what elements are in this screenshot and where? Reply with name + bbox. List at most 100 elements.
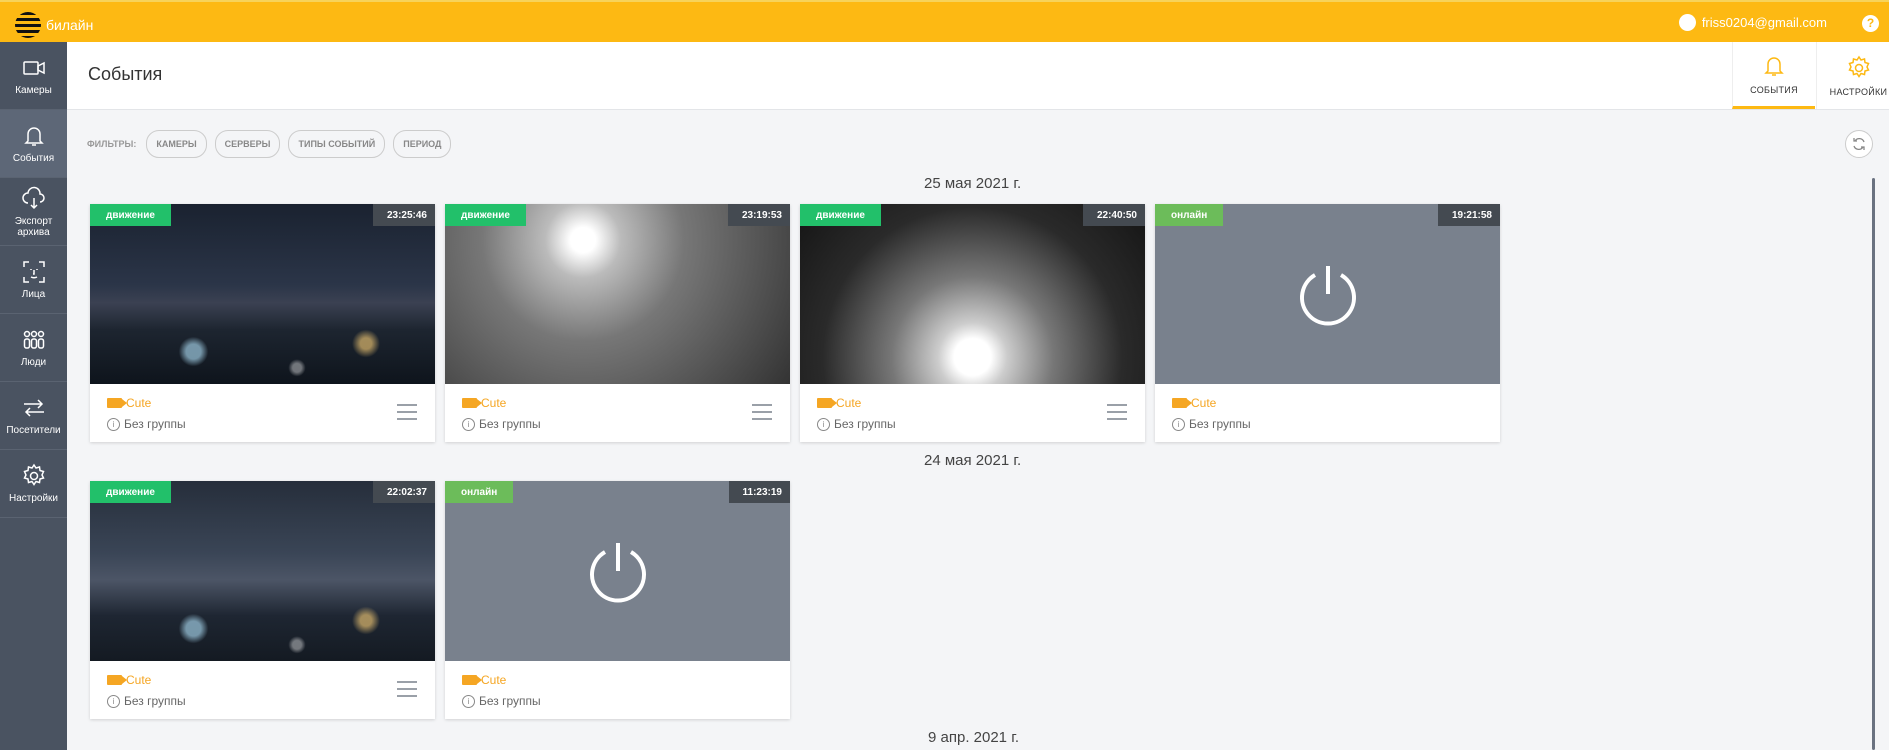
- filter-chip-servers[interactable]: СЕРВЕРЫ: [214, 130, 281, 158]
- refresh-button[interactable]: [1845, 130, 1873, 158]
- menu-icon[interactable]: [397, 681, 417, 697]
- power-icon: [1299, 266, 1356, 326]
- video-camera-icon: [107, 675, 127, 685]
- event-thumbnail[interactable]: [90, 204, 435, 384]
- event-time: 22:40:50: [1082, 204, 1145, 226]
- group-name: Без группы: [479, 417, 541, 431]
- menu-icon[interactable]: [1107, 404, 1127, 420]
- date-heading: 9 апр. 2021 г.: [928, 729, 1019, 746]
- camera-link[interactable]: Cute: [1172, 396, 1216, 410]
- gear-icon: [1847, 55, 1870, 78]
- camera-name: Cute: [836, 396, 862, 410]
- sidebar-item-people[interactable]: Люди: [0, 314, 67, 382]
- event-thumbnail[interactable]: [445, 481, 790, 661]
- sidebar-item-faces[interactable]: Лица: [0, 246, 67, 314]
- top-bar: билайн friss0204@gmail.com ?: [0, 0, 1889, 42]
- power-icon: [589, 543, 646, 603]
- tab-settings[interactable]: НАСТРОЙКИ: [1816, 42, 1889, 109]
- video-camera-icon: [1172, 398, 1192, 408]
- filter-chip-cameras[interactable]: КАМЕРЫ: [146, 130, 207, 158]
- event-thumbnail[interactable]: [90, 481, 435, 661]
- sidebar-item-label: Посетители: [6, 425, 61, 436]
- event-card[interactable]: движение 23:19:53 Cute i Без группы: [445, 204, 790, 442]
- camera-link[interactable]: Cute: [107, 396, 151, 410]
- sidebar-item-label: Люди: [20, 357, 47, 368]
- event-thumbnail[interactable]: [1155, 204, 1500, 384]
- sidebar-item-label: Настройки: [8, 493, 59, 504]
- group-name: Без группы: [834, 417, 896, 431]
- info-icon: i: [1172, 417, 1185, 431]
- bell-icon: [23, 127, 44, 146]
- event-card[interactable]: онлайн 19:21:58 Cute i Без группы: [1155, 204, 1500, 442]
- face-icon: [22, 261, 45, 283]
- group-info: i Без группы: [107, 694, 186, 708]
- gear-icon: [22, 463, 45, 486]
- sidebar-item-events[interactable]: События: [0, 110, 67, 178]
- sidebar-item-label: Лица: [21, 289, 46, 300]
- video-camera-icon: [462, 398, 482, 408]
- date-heading: 25 мая 2021 г.: [924, 175, 1022, 192]
- event-thumbnail[interactable]: [800, 204, 1145, 384]
- group-info: i Без группы: [817, 417, 896, 431]
- event-type-badge: движение: [445, 204, 526, 226]
- help-icon[interactable]: ?: [1862, 15, 1879, 32]
- event-card[interactable]: онлайн 11:23:19 Cute i Без группы: [445, 481, 790, 719]
- sidebar-item-visitors[interactable]: Посетители: [0, 382, 67, 450]
- event-thumbnail[interactable]: [445, 204, 790, 384]
- date-heading: 24 мая 2021 г.: [924, 452, 1022, 469]
- info-icon: i: [817, 417, 830, 431]
- sidebar-item-cameras[interactable]: Камеры: [0, 42, 67, 110]
- event-time: 23:25:46: [372, 204, 435, 226]
- visitors-icon: [23, 399, 44, 417]
- filter-chip-event-types[interactable]: ТИПЫ СОБЫТИЙ: [288, 130, 386, 158]
- page-header: События СОБЫТИЯ НАСТРОЙКИ: [67, 42, 1889, 110]
- camera-icon: [22, 61, 45, 75]
- group-info: i Без группы: [462, 417, 541, 431]
- video-camera-icon: [462, 675, 482, 685]
- video-camera-icon: [817, 398, 837, 408]
- bell-icon: [1764, 57, 1784, 76]
- scrollbar[interactable]: [1872, 178, 1875, 750]
- event-type-badge: онлайн: [1155, 204, 1224, 226]
- group-name: Без группы: [124, 694, 186, 708]
- camera-link[interactable]: Cute: [462, 396, 506, 410]
- beeline-logo[interactable]: билайн: [15, 12, 93, 38]
- event-card[interactable]: движение 23:25:46 Cute i Без группы: [90, 204, 435, 442]
- menu-icon[interactable]: [397, 404, 417, 420]
- event-type-badge: онлайн: [445, 481, 514, 503]
- info-icon: i: [107, 694, 120, 708]
- filter-chip-period[interactable]: ПЕРИОД: [393, 130, 452, 158]
- event-time: 23:19:53: [727, 204, 790, 226]
- camera-link[interactable]: Cute: [107, 673, 151, 687]
- tab-events[interactable]: СОБЫТИЯ: [1732, 42, 1815, 109]
- group-info: i Без группы: [107, 417, 186, 431]
- cloud-download-icon: [21, 186, 45, 209]
- filters-bar: ФИЛЬТРЫ: КАМЕРЫ СЕРВЕРЫ ТИПЫ СОБЫТИЙ ПЕР…: [87, 130, 452, 158]
- event-card[interactable]: движение 22:02:37 Cute i Без группы: [90, 481, 435, 719]
- info-icon: i: [462, 417, 475, 431]
- user-account[interactable]: friss0204@gmail.com: [1678, 14, 1827, 31]
- tab-label: НАСТРОЙКИ: [1829, 86, 1888, 97]
- group-info: i Без группы: [462, 694, 541, 708]
- filters-label: ФИЛЬТРЫ:: [87, 139, 137, 149]
- camera-link[interactable]: Cute: [462, 673, 506, 687]
- user-icon: [1678, 14, 1696, 31]
- group-name: Без группы: [479, 694, 541, 708]
- sidebar-item-export[interactable]: Экспорт архива: [0, 178, 67, 246]
- camera-name: Cute: [126, 396, 152, 410]
- event-type-badge: движение: [90, 481, 171, 503]
- camera-link[interactable]: Cute: [817, 396, 861, 410]
- event-type-badge: движение: [800, 204, 881, 226]
- camera-name: Cute: [481, 673, 507, 687]
- camera-name: Cute: [481, 396, 507, 410]
- event-time: 19:21:58: [1437, 204, 1500, 226]
- sidebar-item-label: Экспорт архива: [14, 215, 53, 238]
- sidebar-item-settings[interactable]: Настройки: [0, 450, 67, 518]
- people-icon: [23, 330, 44, 349]
- menu-icon[interactable]: [752, 404, 772, 420]
- event-time: 22:02:37: [372, 481, 435, 503]
- event-card[interactable]: движение 22:40:50 Cute i Без группы: [800, 204, 1145, 442]
- beeline-logo-icon: [15, 12, 41, 38]
- refresh-icon: [1853, 137, 1865, 151]
- sidebar: Камеры События Экспорт архива Лица Люди …: [0, 42, 67, 750]
